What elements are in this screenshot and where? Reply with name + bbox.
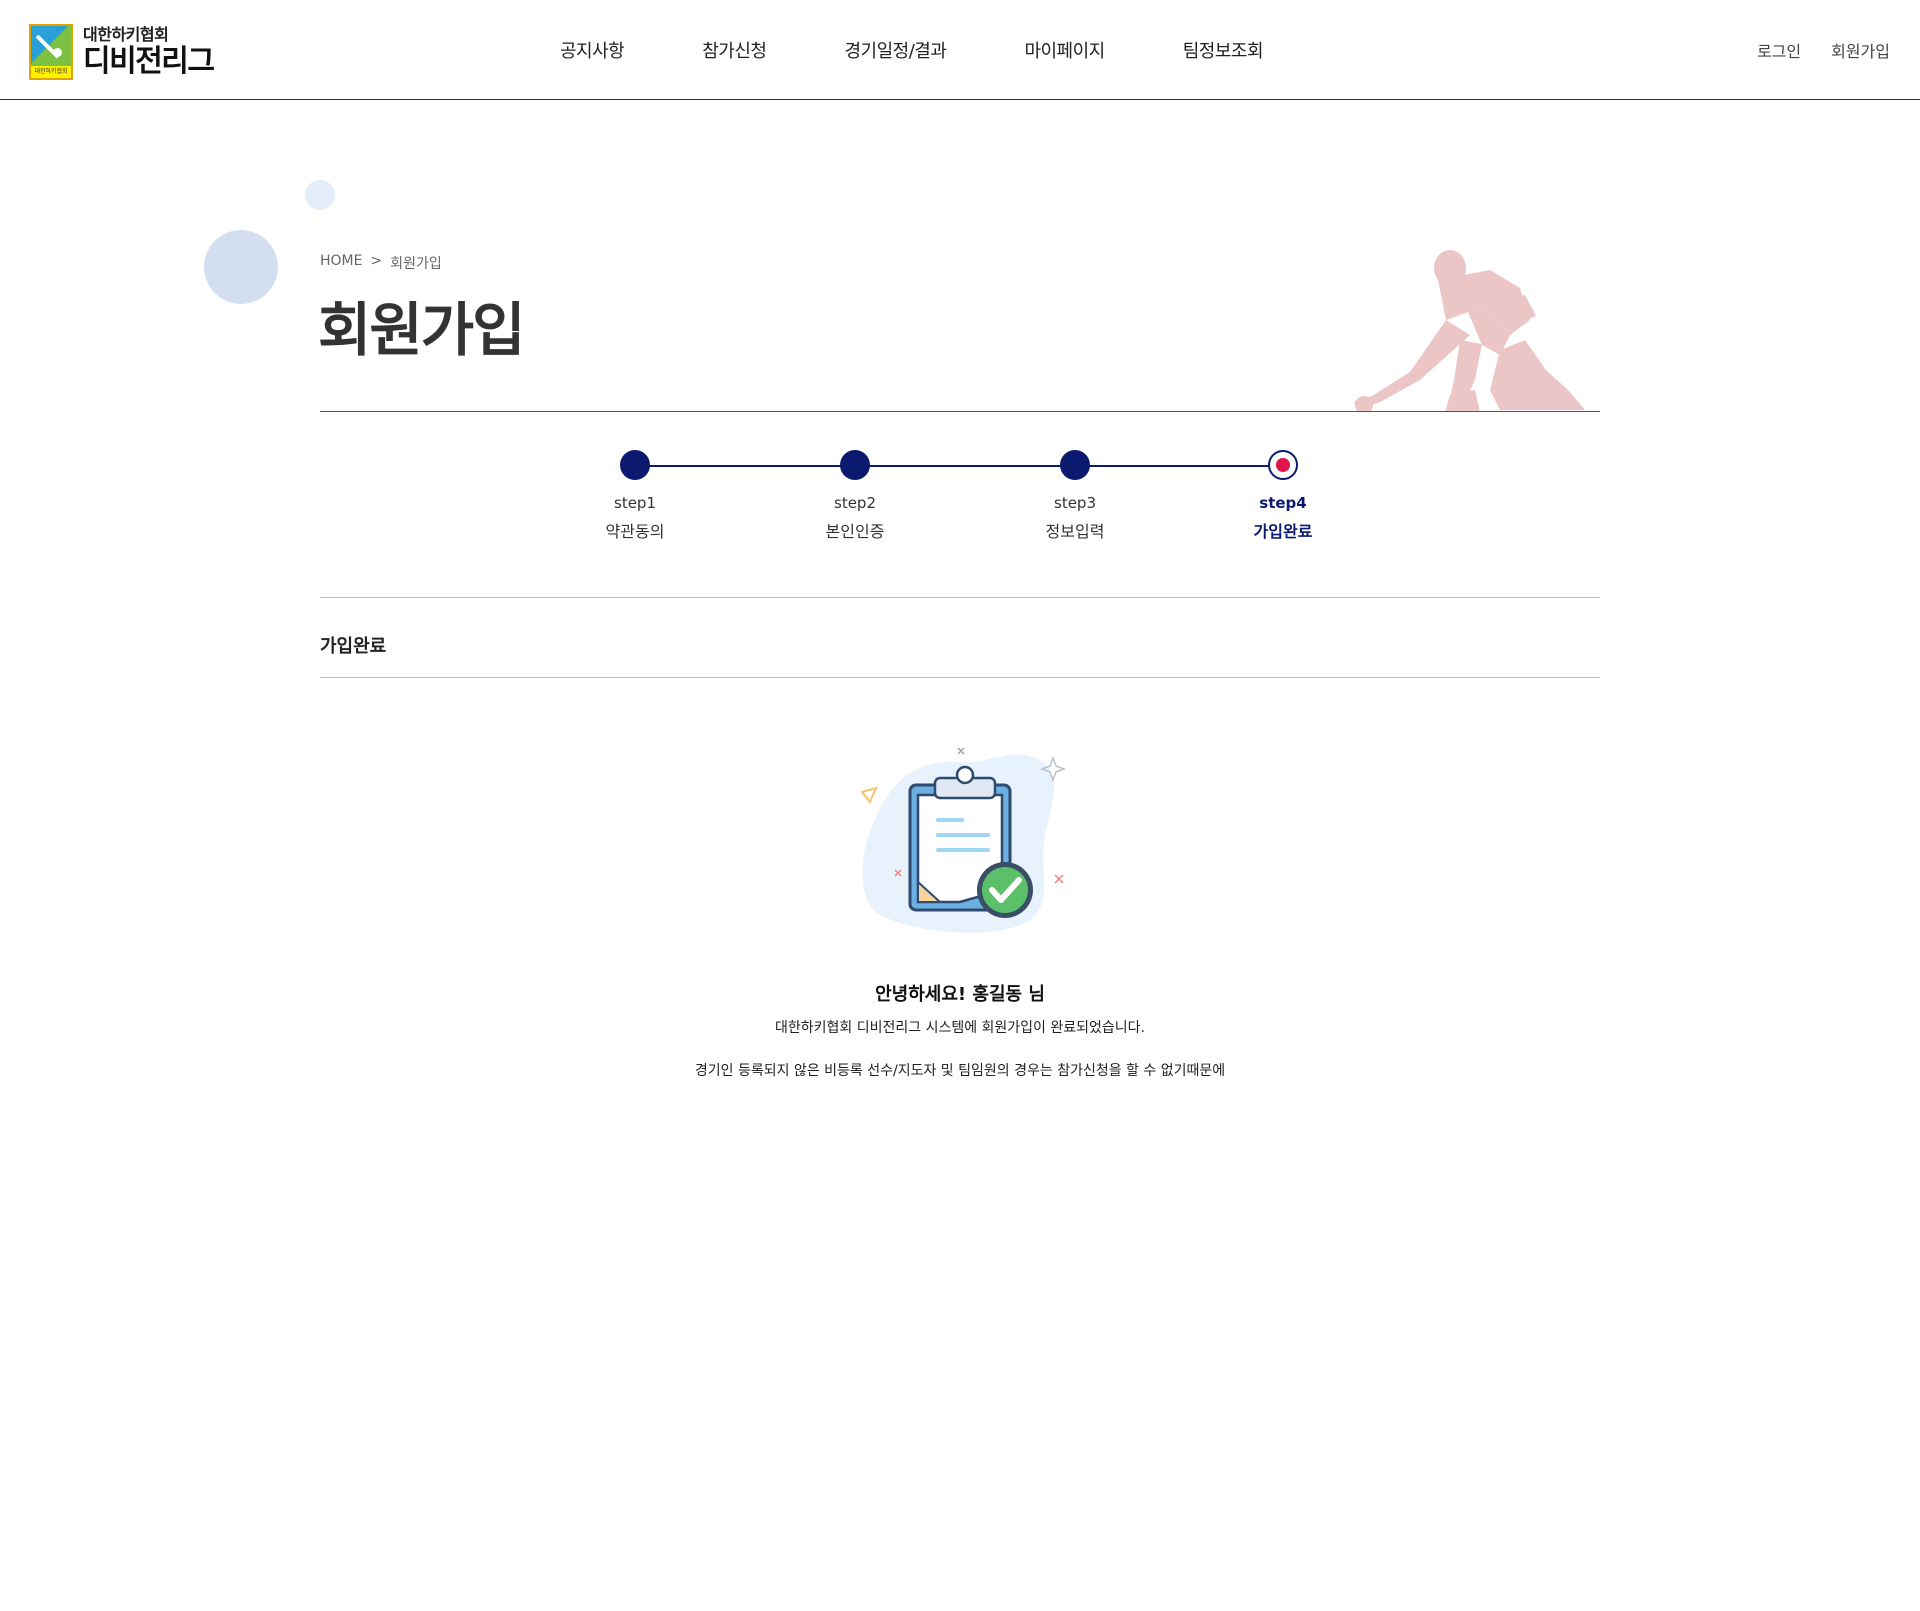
unregistered-notice: 경기인 등록되지 않은 비등록 선수/지도자 및 팀임원의 경우는 참가신청을 … bbox=[694, 1063, 1226, 1079]
signup-complete-message: 대한하키협회 디비전리그 시스템에 회원가입이 완료되었습니다. bbox=[774, 1020, 1145, 1036]
logo-title: 디비전리그 bbox=[83, 44, 215, 79]
nav-application[interactable]: 참가신청 bbox=[702, 37, 767, 63]
decorative-circle-small bbox=[305, 180, 335, 210]
step-number: step1 bbox=[614, 494, 656, 512]
step-dot-complete bbox=[1060, 450, 1090, 480]
breadcrumb-current: 회원가입 bbox=[390, 256, 442, 272]
hockey-player-illustration bbox=[1354, 250, 1585, 412]
breadcrumb-separator: > bbox=[370, 253, 383, 269]
signup-link[interactable]: 회원가입 bbox=[1831, 38, 1890, 62]
login-link[interactable]: 로그인 bbox=[1757, 38, 1801, 62]
step-label: 약관동의 bbox=[605, 522, 665, 541]
step-dot-complete bbox=[620, 450, 650, 480]
site-header: 대한하키협회 대한하키협회 디비전리그 공지사항 참가신청 경기일정/결과 마이… bbox=[0, 0, 1920, 100]
welcome-greeting: 안녕하세요! 홍길동 님 bbox=[875, 984, 1045, 1005]
step-dot-current bbox=[1268, 450, 1298, 480]
logo-subtitle: 대한하키협회 bbox=[83, 25, 169, 44]
nav-team-info[interactable]: 팀정보조회 bbox=[1183, 37, 1264, 63]
section-divider-top bbox=[320, 597, 1600, 598]
step-agreement: step1 약관동의 bbox=[565, 450, 705, 542]
title-divider bbox=[320, 411, 1600, 412]
step-number: step3 bbox=[1054, 494, 1096, 512]
page-title: 회원가입 bbox=[318, 296, 525, 364]
step-info-input: step3 정보입력 bbox=[1005, 450, 1145, 542]
step-number: step2 bbox=[834, 494, 876, 512]
logo-badge-text: 대한하키협회 bbox=[31, 66, 71, 78]
section-title: 가입완료 bbox=[320, 636, 387, 657]
decorative-circle-large bbox=[204, 230, 278, 304]
step-label: 본인인증 bbox=[825, 522, 885, 541]
site-logo[interactable]: 대한하키협회 대한하키협회 디비전리그 bbox=[29, 24, 215, 80]
breadcrumb: HOME > 회원가입 bbox=[320, 253, 442, 273]
hockey-badge-icon: 대한하키협회 bbox=[29, 24, 73, 80]
section-divider-bottom bbox=[320, 677, 1600, 678]
step-number: step4 bbox=[1259, 494, 1307, 512]
nav-schedule-results[interactable]: 경기일정/결과 bbox=[845, 37, 947, 63]
nav-mypage[interactable]: 마이페이지 bbox=[1024, 37, 1105, 63]
main-nav: 공지사항 참가신청 경기일정/결과 마이페이지 팀정보조회 bbox=[560, 0, 1264, 100]
step-label: 가입완료 bbox=[1253, 522, 1313, 541]
nav-notice[interactable]: 공지사항 bbox=[560, 37, 625, 63]
breadcrumb-home[interactable]: HOME bbox=[320, 253, 362, 273]
clipboard-check-icon bbox=[860, 747, 1067, 933]
utility-links: 로그인 회원가입 bbox=[1757, 0, 1890, 100]
step-label: 정보입력 bbox=[1045, 522, 1105, 541]
step-signup-complete: step4 가입완료 bbox=[1213, 450, 1353, 542]
step-dot-complete bbox=[840, 450, 870, 480]
step-verification: step2 본인인증 bbox=[785, 450, 925, 542]
